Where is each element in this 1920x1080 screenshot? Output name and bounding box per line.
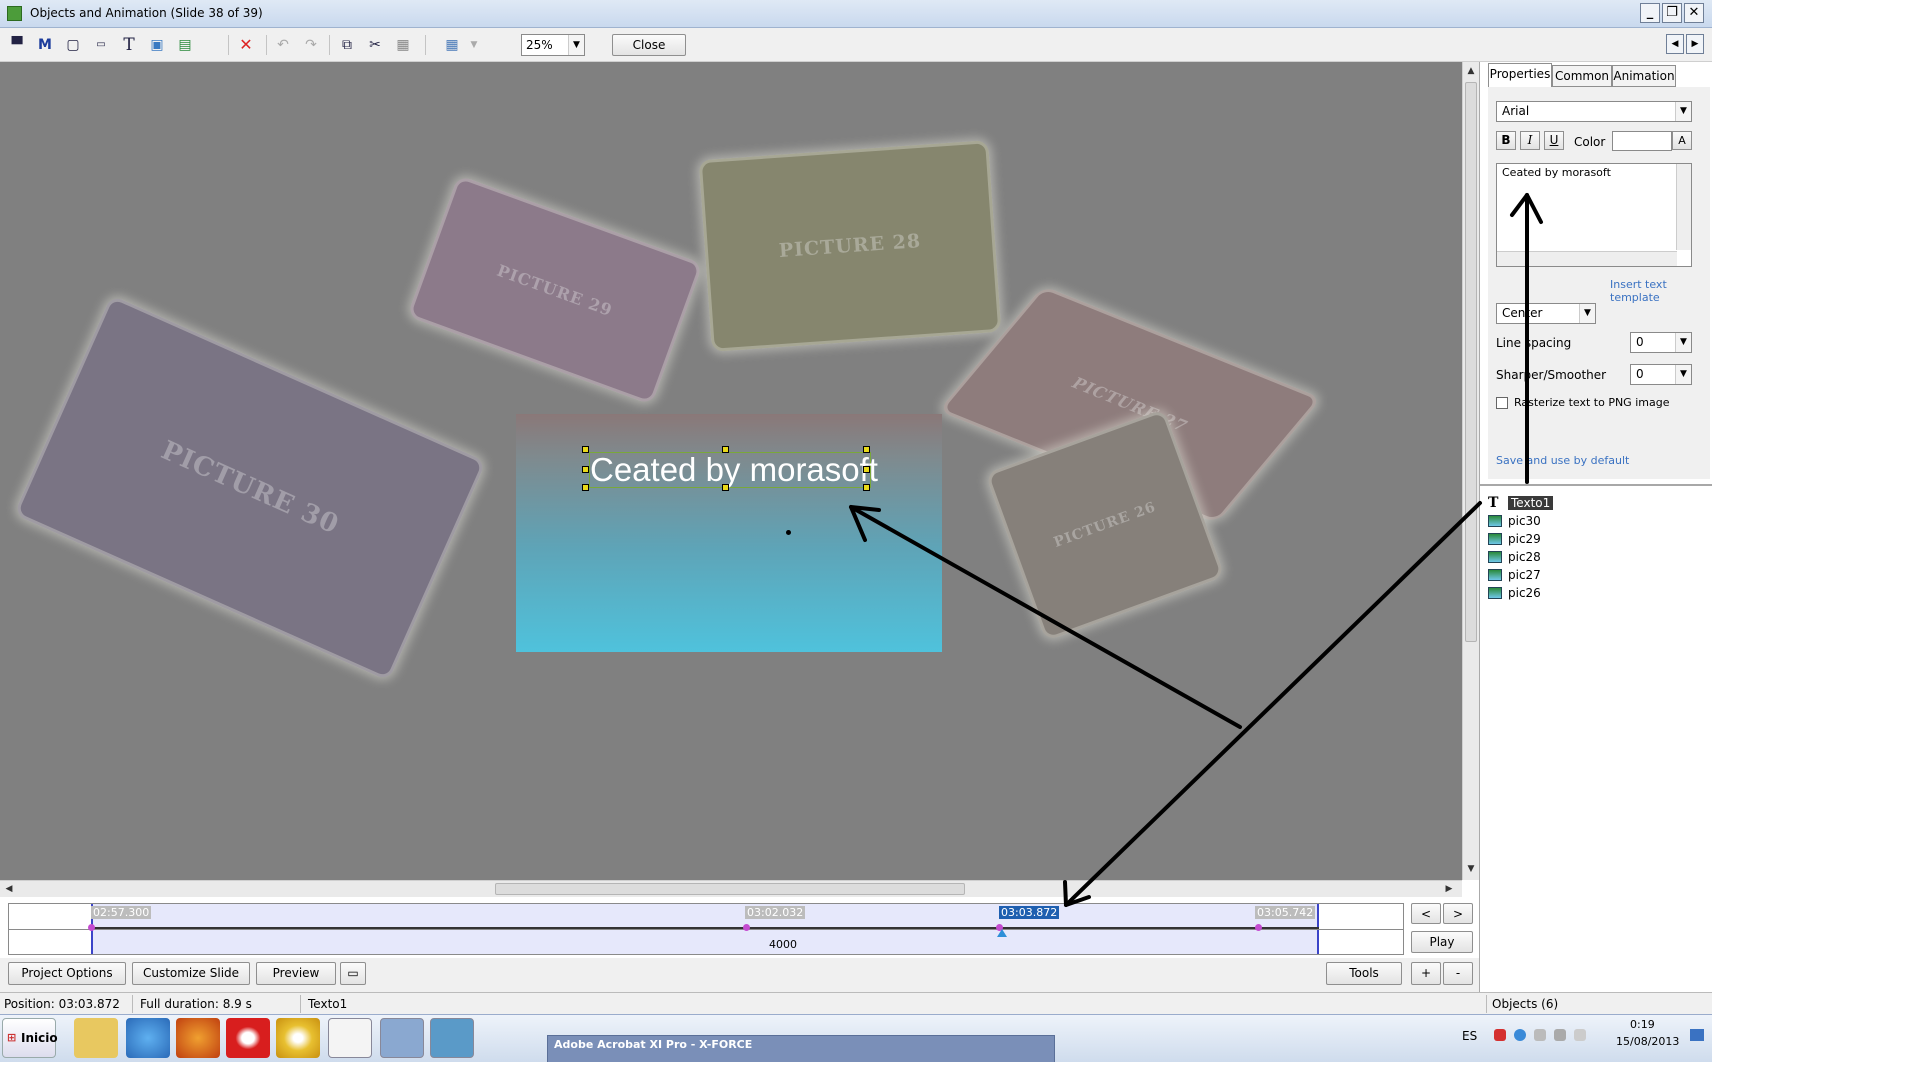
arrow-head-icon <box>849 505 881 542</box>
app-root: Objects and Animation (Slide 38 of 39) _… <box>0 0 1920 1080</box>
arrow-to-timeline <box>1064 501 1482 907</box>
arrow-to-canvas-text <box>849 505 1242 729</box>
annotation-arrows <box>849 193 1543 907</box>
